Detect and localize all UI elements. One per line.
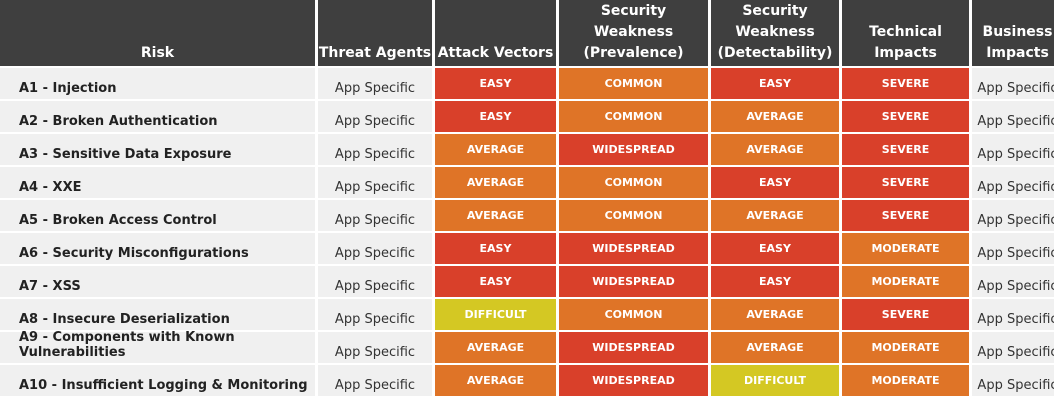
business-impacts-cell: App Specific [972,134,1054,165]
attack-vectors-cell: AVERAGE [435,332,556,363]
risk-name: A9 - Components with Known Vulnerabiliti… [0,330,315,363]
threat-agents-cell: App Specific [318,365,432,396]
technical-impacts-cell: MODERATE [842,233,969,264]
business-impacts-cell: App Specific [972,266,1054,297]
business-impacts-cell: App Specific [972,200,1054,231]
business-impacts-cell: App Specific [972,233,1054,264]
prevalence-cell: WIDESPREAD [559,365,708,396]
risk-name: A2 - Broken Authentication [0,101,315,132]
prevalence-cell: COMMON [559,200,708,231]
attack-vectors-cell: DIFFICULT [435,299,556,330]
risk-name: A4 - XXE [0,167,315,198]
risk-name: A7 - XSS [0,266,315,297]
prevalence-cell: COMMON [559,299,708,330]
detectability-cell: AVERAGE [711,332,839,363]
threat-agents-cell: App Specific [318,68,432,99]
threat-agents-cell: App Specific [318,332,432,363]
header-technical-line1: Technical [869,24,942,40]
prevalence-cell: COMMON [559,167,708,198]
attack-vectors-cell: AVERAGE [435,365,556,396]
attack-vectors-cell: AVERAGE [435,200,556,231]
business-impacts-cell: App Specific [972,167,1054,198]
technical-impacts-cell: SEVERE [842,200,969,231]
header-threat-agents-label: Threat Agents [318,45,432,61]
header-business-impacts: Business Impacts [972,0,1054,66]
prevalence-cell: COMMON [559,68,708,99]
technical-impacts-cell: MODERATE [842,365,969,396]
technical-impacts-cell: SEVERE [842,101,969,132]
detectability-cell: AVERAGE [711,200,839,231]
detectability-cell: EASY [711,266,839,297]
technical-impacts-cell: SEVERE [842,68,969,99]
technical-impacts-cell: SEVERE [842,299,969,330]
header-technical-impacts: Technical Impacts [842,0,969,66]
risk-name: A8 - Insecure Deserialization [0,299,315,330]
prevalence-cell: COMMON [559,101,708,132]
header-risk: Risk [0,0,315,66]
attack-vectors-cell: AVERAGE [435,134,556,165]
threat-agents-cell: App Specific [318,299,432,330]
technical-impacts-cell: MODERATE [842,332,969,363]
header-technical-line2: Impacts [874,45,937,61]
business-impacts-cell: App Specific [972,365,1054,396]
risk-name: A10 - Insufficient Logging & Monitoring [0,365,315,396]
header-detectability-line1: Security [742,3,808,19]
threat-agents-cell: App Specific [318,233,432,264]
header-attack-vectors: Attack Vectors [435,0,556,66]
detectability-cell: AVERAGE [711,101,839,132]
threat-agents-cell: App Specific [318,101,432,132]
business-impacts-cell: App Specific [972,101,1054,132]
header-threat-agents: Threat Agents [318,0,432,66]
detectability-cell: EASY [711,167,839,198]
header-detectability-line3: (Detectability) [717,45,833,61]
attack-vectors-cell: EASY [435,266,556,297]
threat-agents-cell: App Specific [318,266,432,297]
header-prevalence: Security Weakness (Prevalence) [559,0,708,66]
detectability-cell: AVERAGE [711,134,839,165]
header-detectability-line2: Weakness [735,24,815,40]
risk-name: A3 - Sensitive Data Exposure [0,134,315,165]
header-detectability: Security Weakness (Detectability) [711,0,839,66]
prevalence-cell: WIDESPREAD [559,134,708,165]
risk-name: A5 - Broken Access Control [0,200,315,231]
header-attack-vectors-label: Attack Vectors [437,45,554,61]
technical-impacts-cell: SEVERE [842,134,969,165]
technical-impacts-cell: MODERATE [842,266,969,297]
header-business-line1: Business [982,24,1053,40]
detectability-cell: AVERAGE [711,299,839,330]
risk-name: A1 - Injection [0,68,315,99]
prevalence-cell: WIDESPREAD [559,332,708,363]
threat-agents-cell: App Specific [318,167,432,198]
risk-name: A6 - Security Misconfigurations [0,233,315,264]
detectability-cell: EASY [711,68,839,99]
prevalence-cell: WIDESPREAD [559,233,708,264]
prevalence-cell: WIDESPREAD [559,266,708,297]
header-prevalence-line1: Security Weakness [593,3,674,40]
detectability-cell: DIFFICULT [711,365,839,396]
risk-table: Risk Threat Agents Attack Vectors Securi… [0,0,1054,400]
business-impacts-cell: App Specific [972,332,1054,363]
detectability-cell: EASY [711,233,839,264]
business-impacts-cell: App Specific [972,68,1054,99]
attack-vectors-cell: AVERAGE [435,167,556,198]
header-prevalence-line2: (Prevalence) [583,45,684,61]
business-impacts-cell: App Specific [972,299,1054,330]
attack-vectors-cell: EASY [435,68,556,99]
header-business-line2: Impacts [986,45,1049,61]
attack-vectors-cell: EASY [435,233,556,264]
header-risk-label: Risk [140,45,175,61]
threat-agents-cell: App Specific [318,200,432,231]
attack-vectors-cell: EASY [435,101,556,132]
threat-agents-cell: App Specific [318,134,432,165]
technical-impacts-cell: SEVERE [842,167,969,198]
